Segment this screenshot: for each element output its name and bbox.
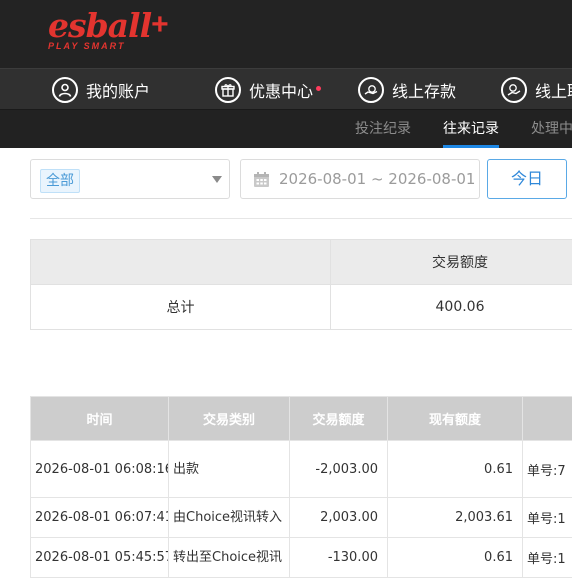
cell-balance: 0.61 bbox=[387, 537, 523, 578]
cell-balance: 2,003.61 bbox=[387, 497, 523, 538]
summary-total-label: 总计 bbox=[30, 284, 331, 330]
date-range-picker[interactable]: 2026-08-01 ~ 2026-08-01 bbox=[240, 159, 480, 199]
table-row: 2026-08-01 06:08:16 出款 -2,003.00 0.61 单号… bbox=[30, 440, 572, 498]
cell-time: 2026-08-01 05:45:57 bbox=[30, 537, 169, 578]
gift-icon bbox=[215, 77, 241, 103]
cell-amount: -2,003.00 bbox=[289, 440, 388, 498]
cell-time: 2026-08-01 06:07:41 bbox=[30, 497, 169, 538]
date-range-value: 2026-08-01 ~ 2026-08-01 bbox=[279, 170, 476, 188]
top-bar: esball+ PLAY SMART bbox=[0, 0, 572, 68]
nav-item-label-wrap: 优惠中心 bbox=[249, 78, 322, 102]
transaction-type-select[interactable]: 全部 bbox=[30, 159, 230, 199]
notification-dot bbox=[316, 86, 322, 91]
nav-item-promotions[interactable]: 优惠中心 bbox=[215, 69, 322, 111]
column-header-details bbox=[522, 396, 572, 441]
calendar-icon bbox=[254, 172, 269, 187]
nav-item-label: 我的账户 bbox=[86, 82, 151, 101]
tab-label: 往来记录 bbox=[443, 121, 499, 137]
nav-item-label: 优惠中心 bbox=[249, 82, 314, 101]
logo-wordmark: esball bbox=[48, 6, 152, 45]
summary-header-blank bbox=[30, 239, 331, 285]
column-header-time: 时间 bbox=[30, 396, 169, 441]
today-button[interactable]: 今日 bbox=[487, 159, 567, 199]
selected-type-chip[interactable]: 全部 bbox=[40, 169, 80, 193]
chevron-down-icon[interactable] bbox=[212, 176, 222, 183]
tab-processing[interactable]: 处理中 bbox=[531, 110, 572, 148]
table-header-row: 时间 交易类别 交易额度 现有额度 bbox=[30, 396, 572, 441]
main-nav: 我的账户 优惠中心 线上存款 线上取款 bbox=[0, 68, 572, 110]
summary-header-amount: 交易额度 bbox=[330, 239, 572, 285]
cell-time: 2026-08-01 06:08:16 bbox=[30, 440, 169, 498]
active-tab-indicator bbox=[443, 145, 499, 148]
logo-plus: + bbox=[151, 8, 169, 41]
tab-label: 处理中 bbox=[531, 121, 572, 137]
cell-order-ref: 单号:1 bbox=[522, 497, 572, 538]
summary-total-value: 400.06 bbox=[330, 284, 572, 330]
nav-item-deposit[interactable]: 线上存款 bbox=[358, 69, 456, 111]
cell-type: 转出至Choice视讯 bbox=[168, 537, 290, 578]
column-header-balance: 现有额度 bbox=[387, 396, 523, 441]
cell-amount: -130.00 bbox=[289, 537, 388, 578]
table-row: 2026-08-01 05:45:57 转出至Choice视讯 -130.00 … bbox=[30, 537, 572, 578]
tab-transaction-records[interactable]: 往来记录 bbox=[443, 110, 499, 148]
cell-order-ref: 单号:1 bbox=[522, 537, 572, 578]
deposit-icon bbox=[358, 77, 384, 103]
cell-order-ref: 单号:7 bbox=[522, 440, 572, 498]
nav-item-withdraw[interactable]: 线上取款 bbox=[501, 69, 572, 111]
nav-item-account[interactable]: 我的账户 bbox=[52, 69, 150, 111]
withdraw-icon bbox=[501, 77, 527, 103]
summary-table: 交易额度 总计 400.06 bbox=[30, 239, 572, 330]
brand-logo[interactable]: esball+ PLAY SMART bbox=[48, 6, 169, 52]
cell-type: 由Choice视讯转入 bbox=[168, 497, 290, 538]
records-table: 时间 交易类别 交易额度 现有额度 2026-08-01 06:08:16 出款… bbox=[30, 396, 572, 578]
column-header-type: 交易类别 bbox=[168, 396, 290, 441]
cell-type: 出款 bbox=[168, 440, 290, 498]
tab-label: 投注纪录 bbox=[355, 121, 411, 137]
cell-amount: 2,003.00 bbox=[289, 497, 388, 538]
column-header-amount: 交易额度 bbox=[289, 396, 388, 441]
user-icon bbox=[52, 77, 78, 103]
nav-item-label: 线上取款 bbox=[535, 82, 572, 101]
nav-item-label: 线上存款 bbox=[392, 82, 457, 101]
table-row: 2026-08-01 06:07:41 由Choice视讯转入 2,003.00… bbox=[30, 497, 572, 538]
divider bbox=[30, 218, 572, 219]
sub-nav: 投注纪录 往来记录 处理中 bbox=[0, 110, 572, 148]
tab-bet-records[interactable]: 投注纪录 bbox=[355, 110, 411, 148]
cell-balance: 0.61 bbox=[387, 440, 523, 498]
